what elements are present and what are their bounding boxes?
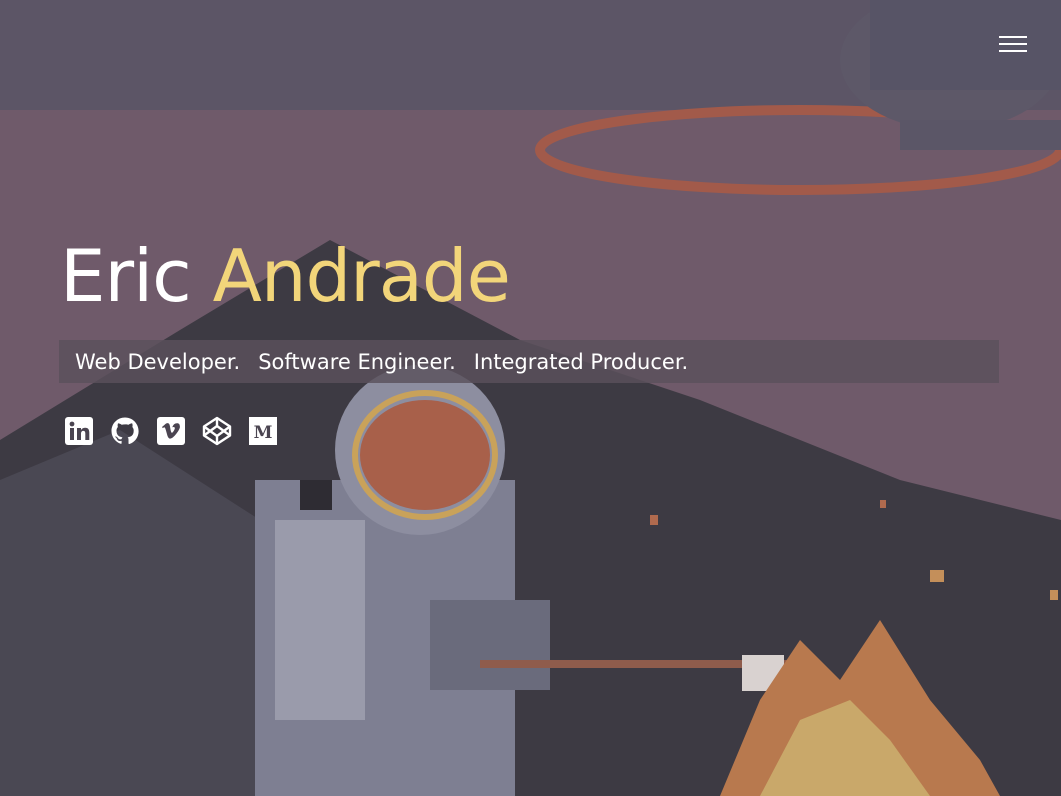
- codepen-link[interactable]: [202, 416, 232, 446]
- menu-bar: [999, 50, 1027, 52]
- github-icon: [111, 417, 139, 445]
- roles-bar: Web Developer. Software Engineer. Integr…: [59, 340, 999, 383]
- role-software-engineer: Software Engineer.: [258, 349, 456, 374]
- first-name: Eric: [60, 234, 192, 318]
- page-title: Eric Andrade: [60, 240, 511, 312]
- role-integrated-producer: Integrated Producer.: [473, 349, 689, 374]
- role-web-developer: Web Developer.: [75, 349, 241, 374]
- linkedin-link[interactable]: [64, 416, 94, 446]
- medium-link[interactable]: M: [248, 416, 278, 446]
- linkedin-icon: [65, 417, 93, 445]
- svg-text:M: M: [254, 423, 273, 443]
- medium-icon: M: [249, 417, 277, 445]
- menu-button[interactable]: [999, 33, 1029, 55]
- vimeo-link[interactable]: [156, 416, 186, 446]
- social-links: M: [64, 416, 278, 446]
- menu-bar: [999, 36, 1027, 38]
- hero-section: Eric Andrade Web Developer. Software Eng…: [0, 0, 1061, 796]
- codepen-icon: [202, 416, 232, 446]
- menu-bar: [999, 43, 1027, 45]
- last-name: Andrade: [212, 234, 511, 318]
- vimeo-icon: [157, 417, 185, 445]
- github-link[interactable]: [110, 416, 140, 446]
- pixel-art-background: [0, 0, 1061, 796]
